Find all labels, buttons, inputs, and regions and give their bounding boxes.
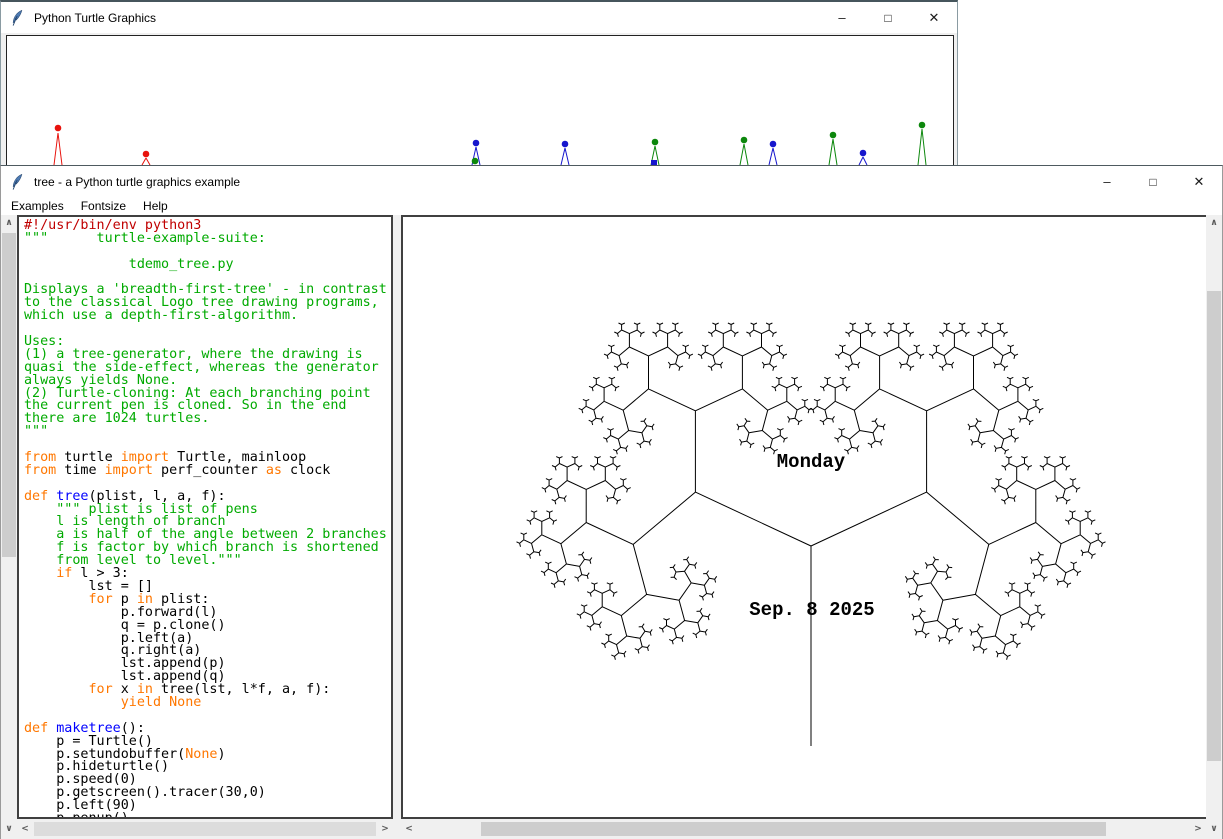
turtle-dot xyxy=(143,151,150,158)
fg-maximize-button[interactable]: □ xyxy=(1130,166,1176,197)
code-line: there are 1024 turtles. xyxy=(24,413,391,426)
tk-feather-icon xyxy=(10,10,24,26)
code-line: which use a depth-first-algorithm. xyxy=(24,310,391,323)
bg-close-button[interactable]: ✕ xyxy=(911,2,957,33)
fg-window-title: tree - a Python turtle graphics example xyxy=(34,175,240,189)
menubar: Examples Fontsize Help xyxy=(1,197,1222,215)
mini-tree xyxy=(740,144,748,165)
menu-item-help[interactable]: Help xyxy=(143,199,168,213)
mini-tree xyxy=(561,148,569,165)
code-line xyxy=(24,323,391,336)
code-line: p.penup() xyxy=(24,813,391,819)
mini-tree xyxy=(829,139,837,165)
scroll-down-button[interactable]: ∨ xyxy=(1206,821,1222,837)
code-line: from time import perf_counter as clock xyxy=(24,465,391,478)
bg-titlebar: Python Turtle Graphics – □ ✕ xyxy=(1,2,957,33)
turtle-dot xyxy=(860,150,867,157)
menu-item-examples[interactable]: Examples xyxy=(11,199,64,213)
fractal-tree-drawing xyxy=(517,323,1106,746)
turtle-dot xyxy=(770,141,777,148)
turtle-dot xyxy=(741,137,748,144)
bg-maximize-button[interactable]: □ xyxy=(865,2,911,33)
fg-close-button[interactable]: ✕ xyxy=(1176,166,1222,197)
canvas-label-1: Sep. 8 2025 xyxy=(749,599,874,621)
turtle-dot xyxy=(473,140,480,147)
bg-window-controls: – □ ✕ xyxy=(819,2,957,33)
scroll-left-button[interactable]: < xyxy=(401,821,417,837)
bg-window-title: Python Turtle Graphics xyxy=(34,11,156,25)
code-line: yield None xyxy=(24,697,391,710)
code-line: """ xyxy=(24,426,391,439)
tree-example-window: tree - a Python turtle graphics example … xyxy=(0,165,1223,839)
tk-feather-icon xyxy=(10,174,24,190)
turtle-dot xyxy=(55,125,62,132)
scroll-left-button[interactable]: < xyxy=(17,821,33,837)
code-pane[interactable]: #!/usr/bin/env python3""" turtle-example… xyxy=(17,215,393,819)
code-vscrollbar[interactable]: ∧ ∨ xyxy=(1,215,17,837)
turtle-canvas-pane[interactable]: Monday Sep. 8 2025 xyxy=(401,215,1208,819)
code-line: tdemo_tree.py xyxy=(24,259,391,272)
code-line: """ turtle-example-suite: xyxy=(24,233,391,246)
turtle-dot xyxy=(830,132,837,139)
mini-tree xyxy=(769,148,777,165)
turtle-canvas-svg: Monday Sep. 8 2025 xyxy=(403,217,1206,817)
scroll-down-button[interactable]: ∨ xyxy=(1,821,17,837)
turtle-dot xyxy=(562,141,569,148)
mini-tree xyxy=(54,133,62,165)
canvas-vscrollbar[interactable]: ∧ ∨ xyxy=(1206,215,1222,837)
mini-tree xyxy=(142,158,150,165)
scroll-up-button[interactable]: ∧ xyxy=(1206,215,1222,231)
turtle-dot xyxy=(472,158,479,165)
canvas-hscrollbar-thumb[interactable] xyxy=(481,822,1106,836)
bg-minimize-button[interactable]: – xyxy=(819,2,865,33)
canvas-label-0: Monday xyxy=(777,451,846,473)
fg-content: ∧ ∨ #!/usr/bin/env python3""" turtle-exa… xyxy=(1,215,1222,839)
code-vscrollbar-thumb[interactable] xyxy=(2,233,16,557)
fg-titlebar: tree - a Python turtle graphics example … xyxy=(1,166,1222,197)
code-hscrollbar-thumb[interactable] xyxy=(34,822,376,836)
turtle-dot xyxy=(652,139,659,146)
scroll-right-button[interactable]: > xyxy=(1190,821,1206,837)
scroll-up-button[interactable]: ∧ xyxy=(1,215,17,231)
turtle-dot xyxy=(919,122,926,129)
menu-item-fontsize[interactable]: Fontsize xyxy=(81,199,126,213)
canvas-vscrollbar-thumb[interactable] xyxy=(1207,291,1221,761)
mini-tree xyxy=(859,157,867,165)
mini-tree xyxy=(918,129,926,165)
canvas-hscrollbar[interactable]: < > xyxy=(401,821,1206,837)
fg-minimize-button[interactable]: – xyxy=(1084,166,1130,197)
scroll-right-button[interactable]: > xyxy=(377,821,393,837)
fg-window-controls: – □ ✕ xyxy=(1084,166,1222,197)
code-hscrollbar[interactable]: < > xyxy=(17,821,393,837)
